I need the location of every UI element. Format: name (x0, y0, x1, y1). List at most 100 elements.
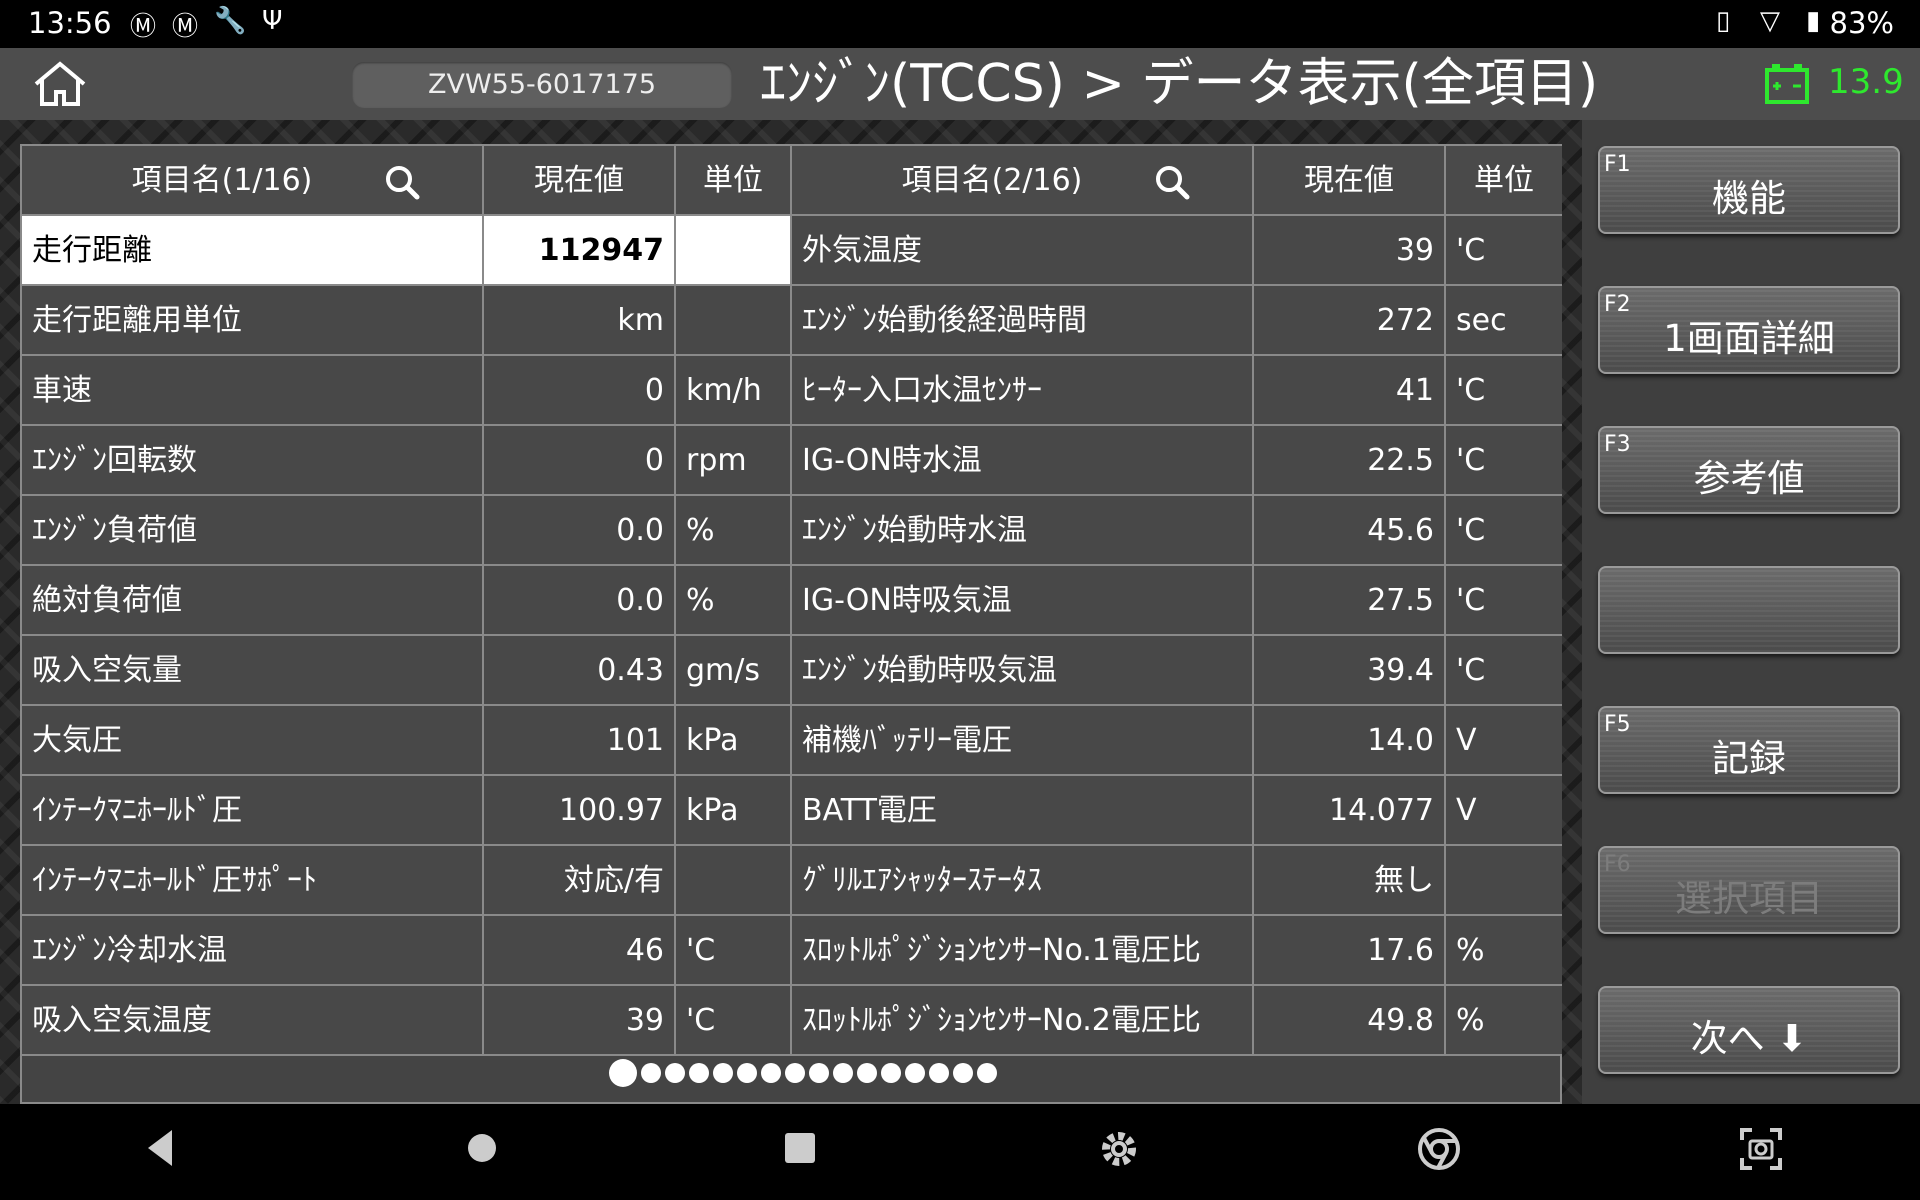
left-item-name[interactable]: 走行距離 (22, 216, 484, 286)
right-item-value[interactable]: 39 (1254, 216, 1446, 286)
left-item-name[interactable]: ｴﾝｼﾞﾝ冷却水温 (22, 916, 484, 986)
function-button-7[interactable]: 次へ ⬇ (1598, 986, 1900, 1074)
right-item-name[interactable]: BATT電圧 (792, 776, 1254, 846)
function-button-6[interactable]: F6 選択項目 (1598, 846, 1900, 934)
left-item-value[interactable]: 112947 (484, 216, 676, 286)
left-item-name[interactable]: 吸入空気温度 (22, 986, 484, 1056)
page-dot[interactable] (785, 1063, 805, 1083)
right-item-name[interactable]: IG-ON時吸気温 (792, 566, 1254, 636)
table-row[interactable]: ｴﾝｼﾞﾝ回転数 0 rpm IG-ON時水温 22.5 'C (22, 426, 1562, 496)
page-dot[interactable] (609, 1059, 637, 1087)
function-button-3[interactable]: F3 参考値 (1598, 426, 1900, 514)
home-nav-icon[interactable] (462, 1126, 502, 1170)
right-item-name[interactable]: 外気温度 (792, 216, 1254, 286)
right-item-value[interactable]: 14.077 (1254, 776, 1446, 846)
table-row[interactable]: ｴﾝｼﾞﾝ負荷値 0.0% ｴﾝｼﾞﾝ始動時水温 45.6 'C (22, 496, 1562, 566)
left-item-unit[interactable] (676, 286, 792, 356)
left-item-value[interactable]: 対応/有 (484, 846, 676, 916)
page-dot[interactable] (953, 1063, 973, 1083)
page-dot[interactable] (881, 1063, 901, 1083)
page-dot[interactable] (857, 1063, 877, 1083)
chrome-icon[interactable] (1416, 1126, 1462, 1172)
left-item-name[interactable]: ｴﾝｼﾞﾝ回転数 (22, 426, 484, 496)
left-item-name[interactable]: 車速 (22, 356, 484, 426)
left-item-unit[interactable]: kPa (676, 706, 792, 776)
function-button-5[interactable]: F5 記録 (1598, 706, 1900, 794)
right-item-name[interactable]: ｽﾛｯﾄﾙﾎﾟｼﾞｼｮﾝｾﾝｻｰNo.1電圧比 (792, 916, 1254, 986)
left-item-unit[interactable]: % (676, 496, 792, 566)
right-item-name[interactable]: ｴﾝｼﾞﾝ始動時吸気温 (792, 636, 1254, 706)
left-item-unit[interactable]: rpm (676, 426, 792, 496)
page-dot[interactable] (665, 1063, 685, 1083)
left-item-unit[interactable]: km/h (676, 356, 792, 426)
left-item-name[interactable]: ｴﾝｼﾞﾝ負荷値 (22, 496, 484, 566)
right-item-unit[interactable]: % (1446, 916, 1562, 986)
right-item-value[interactable]: 22.5 (1254, 426, 1446, 496)
table-row[interactable]: 大気圧 101 kPa 補機ﾊﾞｯﾃﾘｰ電圧 14.0 V (22, 706, 1562, 776)
right-item-name[interactable]: ﾋｰﾀｰ入口水温ｾﾝｻｰ (792, 356, 1254, 426)
left-item-value[interactable]: 100.97 (484, 776, 676, 846)
left-item-value[interactable]: 0.43 (484, 636, 676, 706)
right-item-value[interactable]: 39.4 (1254, 636, 1446, 706)
left-item-unit[interactable]: 'C (676, 916, 792, 986)
left-item-name[interactable]: 走行距離用単位 (22, 286, 484, 356)
left-item-name[interactable]: ｲﾝﾃｰｸﾏﾆﾎｰﾙﾄﾞ圧ｻﾎﾟｰﾄ (22, 846, 484, 916)
left-item-unit[interactable]: kPa (676, 776, 792, 846)
right-item-name[interactable]: ｽﾛｯﾄﾙﾎﾟｼﾞｼｮﾝｾﾝｻｰNo.2電圧比 (792, 986, 1254, 1056)
table-row[interactable]: 絶対負荷値 0.0% IG-ON時吸気温 27.5 'C (22, 566, 1562, 636)
search-icon[interactable] (1154, 164, 1190, 200)
page-dot[interactable] (905, 1063, 925, 1083)
table-row[interactable]: ｴﾝｼﾞﾝ冷却水温 46 'C ｽﾛｯﾄﾙﾎﾟｼﾞｼｮﾝｾﾝｻｰNo.1電圧比 17.6… (22, 916, 1562, 986)
left-item-name[interactable]: 絶対負荷値 (22, 566, 484, 636)
left-item-value[interactable]: 0 (484, 356, 676, 426)
right-item-unit[interactable]: 'C (1446, 426, 1562, 496)
table-row[interactable]: ｲﾝﾃｰｸﾏﾆﾎｰﾙﾄﾞ圧 100.97 kPa BATT電圧 14.077 V (22, 776, 1562, 846)
left-item-value[interactable]: 0.0 (484, 566, 676, 636)
left-item-unit[interactable] (676, 846, 792, 916)
left-item-value[interactable]: 0.0 (484, 496, 676, 566)
right-item-value[interactable]: 27.5 (1254, 566, 1446, 636)
left-item-value[interactable]: 0 (484, 426, 676, 496)
page-dot[interactable] (833, 1063, 853, 1083)
back-icon[interactable] (142, 1126, 178, 1170)
page-dot[interactable] (761, 1063, 781, 1083)
left-item-unit[interactable]: gm/s (676, 636, 792, 706)
right-item-unit[interactable]: 'C (1446, 216, 1562, 286)
search-icon[interactable] (384, 164, 420, 200)
table-row[interactable]: 吸入空気温度 39 'C ｽﾛｯﾄﾙﾎﾟｼﾞｼｮﾝｾﾝｻｰNo.2電圧比 49.8% (22, 986, 1562, 1056)
left-item-unit[interactable] (676, 216, 792, 286)
table-row[interactable]: ｲﾝﾃｰｸﾏﾆﾎｰﾙﾄﾞ圧ｻﾎﾟｰﾄ 対応/有 ｸﾞﾘﾙｴｱｼｬｯﾀｰｽﾃｰﾀｽ 無し (22, 846, 1562, 916)
left-item-value[interactable]: 101 (484, 706, 676, 776)
right-item-name[interactable]: ｸﾞﾘﾙｴｱｼｬｯﾀｰｽﾃｰﾀｽ (792, 846, 1254, 916)
right-item-unit[interactable]: V (1446, 706, 1562, 776)
right-item-unit[interactable]: 'C (1446, 566, 1562, 636)
home-icon[interactable] (28, 58, 92, 112)
table-row[interactable]: 走行距離 112947 外気温度 39 'C (22, 216, 1562, 286)
page-dot[interactable] (737, 1063, 757, 1083)
function-button-2[interactable]: F2 1画面詳細 (1598, 286, 1900, 374)
right-item-value[interactable]: 272 (1254, 286, 1446, 356)
table-row[interactable]: 吸入空気量 0.43 gm/s ｴﾝｼﾞﾝ始動時吸気温 39.4 'C (22, 636, 1562, 706)
left-item-unit[interactable]: 'C (676, 986, 792, 1056)
right-item-unit[interactable]: 'C (1446, 496, 1562, 566)
right-item-unit[interactable]: sec (1446, 286, 1562, 356)
page-dot[interactable] (641, 1063, 661, 1083)
right-item-name[interactable]: IG-ON時水温 (792, 426, 1254, 496)
table-row[interactable]: 車速 0 km/h ﾋｰﾀｰ入口水温ｾﾝｻｰ 41 'C (22, 356, 1562, 426)
page-dot[interactable] (929, 1063, 949, 1083)
right-item-name[interactable]: ｴﾝｼﾞﾝ始動時水温 (792, 496, 1254, 566)
page-indicator[interactable] (609, 1058, 997, 1088)
page-dot[interactable] (809, 1063, 829, 1083)
screenshot-icon[interactable] (1738, 1126, 1784, 1172)
settings-gear-icon[interactable] (1096, 1126, 1142, 1172)
table-row[interactable]: 走行距離用単位 km ｴﾝｼﾞﾝ始動後経過時間 272 sec (22, 286, 1562, 356)
page-dot[interactable] (713, 1063, 733, 1083)
left-item-name[interactable]: ｲﾝﾃｰｸﾏﾆﾎｰﾙﾄﾞ圧 (22, 776, 484, 846)
left-item-value[interactable]: 39 (484, 986, 676, 1056)
right-item-unit[interactable]: V (1446, 776, 1562, 846)
right-item-value[interactable]: 17.6 (1254, 916, 1446, 986)
function-button-4[interactable] (1598, 566, 1900, 654)
left-item-value[interactable]: km (484, 286, 676, 356)
right-item-unit[interactable] (1446, 846, 1562, 916)
left-item-name[interactable]: 吸入空気量 (22, 636, 484, 706)
